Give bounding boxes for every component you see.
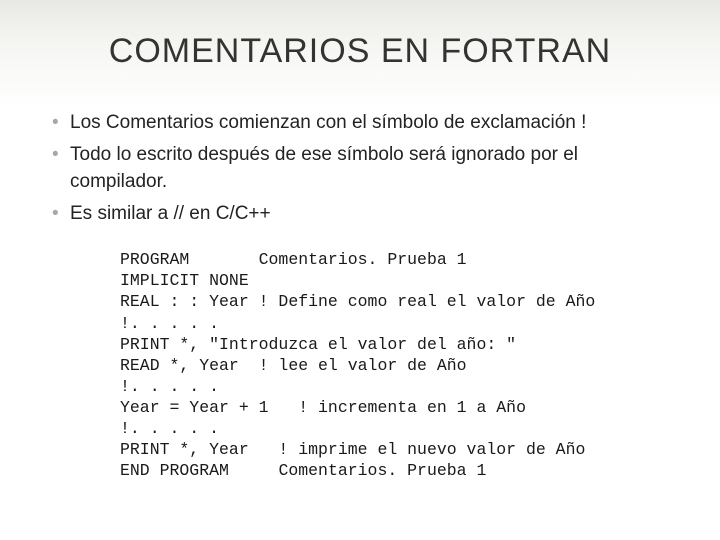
bullet-item: Los Comentarios comienzan con el símbolo… bbox=[48, 109, 672, 137]
code-line: !. . . . . bbox=[120, 314, 219, 333]
code-line: !. . . . . bbox=[120, 419, 219, 438]
code-progname: Comentarios. Prueba 1 bbox=[278, 461, 486, 480]
slide-title: COMENTARIOS EN FORTRAN bbox=[48, 32, 672, 71]
slide-container: COMENTARIOS EN FORTRAN Los Comentarios c… bbox=[0, 0, 720, 540]
bullet-list: Los Comentarios comienzan con el símbolo… bbox=[48, 109, 672, 227]
code-line: Year = Year + 1 ! incrementa en 1 a Año bbox=[120, 398, 526, 417]
code-line: REAL : : Year ! Define como real el valo… bbox=[120, 292, 595, 311]
code-line: IMPLICIT NONE bbox=[120, 271, 249, 290]
code-line: PROGRAM Comentarios. Prueba 1 bbox=[120, 250, 467, 269]
code-line: PRINT *, "Introduzca el valor del año: " bbox=[120, 335, 516, 354]
code-block: PROGRAM Comentarios. Prueba 1 IMPLICIT N… bbox=[120, 249, 672, 481]
code-keyword: END PROGRAM bbox=[120, 461, 278, 480]
code-line: READ *, Year ! lee el valor de Año bbox=[120, 356, 467, 375]
bullet-item: Todo lo escrito después de ese símbolo s… bbox=[48, 141, 672, 196]
code-progname: Comentarios. Prueba 1 bbox=[259, 250, 467, 269]
bullet-item: Es similar a // en C/C++ bbox=[48, 200, 672, 228]
code-line: END PROGRAM Comentarios. Prueba 1 bbox=[120, 461, 486, 480]
code-line: !. . . . . bbox=[120, 377, 219, 396]
code-keyword: PROGRAM bbox=[120, 250, 259, 269]
code-line: PRINT *, Year ! imprime el nuevo valor d… bbox=[120, 440, 585, 459]
